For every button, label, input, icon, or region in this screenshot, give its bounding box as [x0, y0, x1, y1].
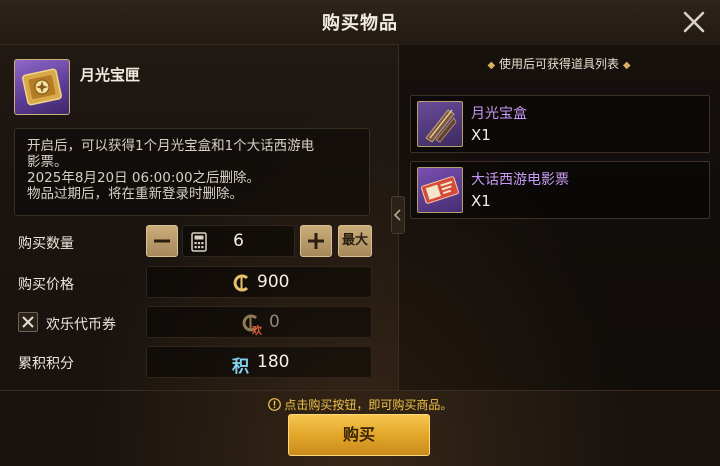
reward-name: 月光宝盒: [471, 106, 527, 122]
points-label: 累积积分: [18, 356, 74, 372]
decrease-quantity-button[interactable]: [146, 225, 178, 257]
points-icon: 积: [232, 357, 249, 377]
moonlight-box-item-icon: [14, 59, 70, 115]
price-label: 购买价格: [18, 277, 74, 293]
coupon-coin-icon: 欢: [241, 313, 265, 337]
reward-item[interactable]: 月光宝盒 X1: [410, 95, 710, 153]
coupon-field: 欢 0: [146, 306, 372, 338]
reward-quantity: X1: [471, 126, 491, 144]
purchase-notice: 点击购买按钮，即可购买商品。: [0, 396, 720, 413]
dialog-title: 购买物品: [322, 13, 398, 34]
movie-ticket-icon: [417, 167, 463, 213]
quantity-label: 购买数量: [18, 236, 74, 252]
coupon-value: 0: [269, 312, 280, 332]
reward-name: 大话西游电影票: [471, 172, 569, 188]
item-description: 开启后，可以获得1个月光宝盒和1个大话西游电 影票。 2025年8月20日 06…: [14, 128, 370, 216]
coupon-checkbox[interactable]: [18, 312, 38, 332]
diamond-icon: ◆: [622, 60, 631, 71]
description-line: 影票。: [27, 154, 68, 170]
reward-item[interactable]: 大话西游电影票 X1: [410, 161, 710, 219]
increase-quantity-button[interactable]: [300, 225, 332, 257]
quantity-input[interactable]: 6: [182, 225, 295, 257]
footer-divider: [0, 390, 720, 391]
rewards-title-text: 使用后可获得道具列表: [498, 57, 619, 71]
collapse-arrow-icon[interactable]: [391, 196, 405, 234]
warning-icon: [267, 398, 281, 411]
reward-quantity: X1: [471, 192, 491, 210]
coupon-badge: 欢: [252, 326, 262, 337]
currency-coin-icon: [232, 273, 252, 297]
points-value: 180: [257, 352, 290, 372]
diamond-icon: ◆: [487, 60, 496, 71]
close-icon[interactable]: [678, 6, 710, 38]
description-line: 物品过期后，将在重新登录时删除。: [27, 186, 243, 202]
quantity-value: 6: [233, 231, 244, 251]
price-field: 900: [146, 266, 372, 298]
dialog-header: 购买物品: [0, 0, 720, 45]
rewards-list-title: ◆ 使用后可获得道具列表 ◆: [398, 55, 720, 72]
description-line: 开启后，可以获得1个月光宝盒和1个大话西游电: [27, 138, 315, 154]
coupon-label: 欢乐代币券: [46, 317, 116, 333]
item-name: 月光宝匣: [80, 66, 141, 84]
description-line: 2025年8月20日 06:00:00之后删除。: [27, 170, 261, 186]
points-field: 积 180: [146, 346, 372, 378]
max-quantity-button[interactable]: 最大: [338, 225, 372, 257]
notice-text: 点击购买按钮，即可购买商品。: [284, 398, 453, 412]
buy-button[interactable]: 购买: [288, 414, 430, 456]
moonlight-treasure-box-icon: [417, 101, 463, 147]
price-value: 900: [257, 272, 290, 292]
